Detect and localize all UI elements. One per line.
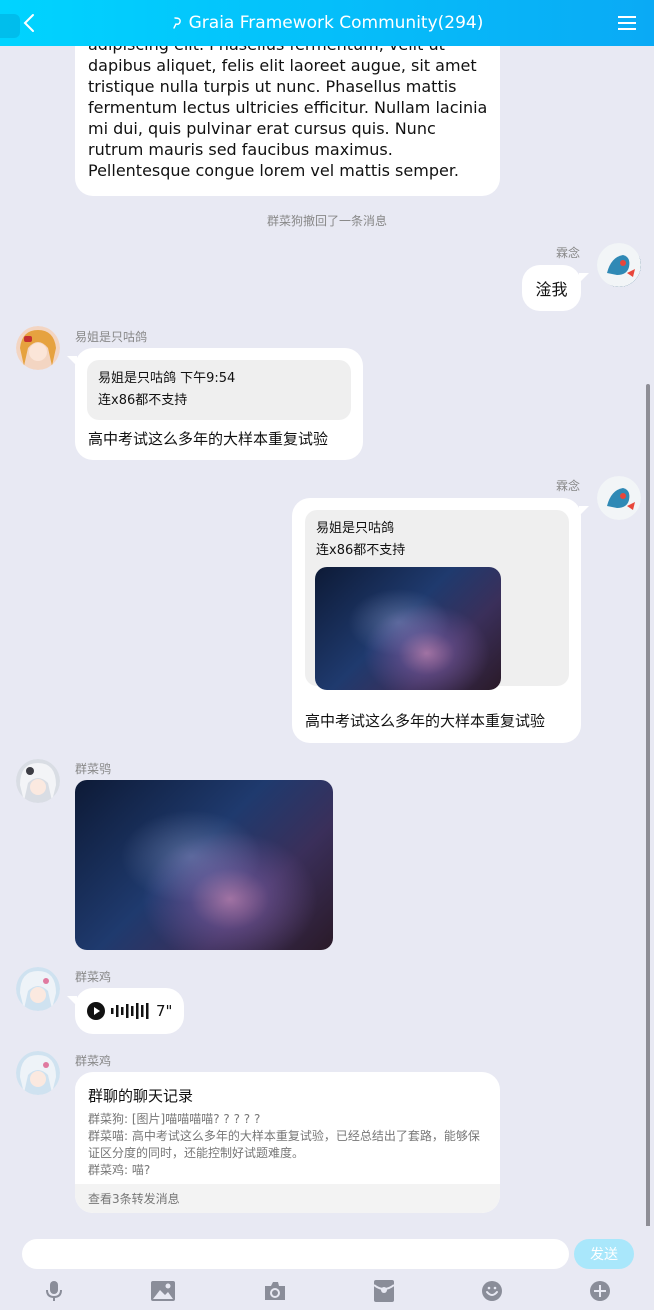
message-text: 淦我 [535, 280, 568, 299]
microphone-icon [46, 1281, 62, 1301]
message-bubble[interactable]: 易姐是只咕鸽 下午9:54 连x86都不支持 高中考试这么多年的大样本重复试验 [67, 348, 363, 460]
quote-author: 易姐是只咕鸽 下午9:54 [98, 371, 236, 386]
smiley-icon [482, 1281, 502, 1301]
sender-name: 易姐是只咕鸽 [75, 330, 148, 344]
quote-author: 易姐是只咕鸽 [316, 521, 395, 536]
forwarded-chat-record[interactable]: 群聊的聊天记录 群菜狗: [图片]喵喵喵喵? ? ? ? ? 群菜喵: 高中考试… [75, 1072, 500, 1213]
envelope-icon [373, 1280, 395, 1302]
message-text: 高中考试这么多年的大样本重复试验 [305, 712, 546, 730]
recall-notice: 群菜狗撤回了一条消息 [266, 214, 387, 228]
quoted-image[interactable] [315, 567, 501, 690]
composer: 发送 [0, 1226, 654, 1310]
view-forwarded-link[interactable]: 查看3条转发消息 [75, 1184, 500, 1213]
avatar[interactable] [16, 326, 60, 370]
record-preview: 群菜狗: [图片]喵喵喵喵? ? ? ? ? 群菜喵: 高中考试这么多年的大样本… [88, 1111, 488, 1179]
camera-icon [265, 1282, 285, 1300]
white-hair-girl-avatar-icon [16, 759, 60, 803]
quote-text: 连x86都不支持 [316, 543, 406, 558]
avatar[interactable] [16, 1051, 60, 1095]
app-header: Graia Framework Community(294) [0, 0, 654, 46]
send-button[interactable]: 发送 [574, 1239, 634, 1269]
menu-button[interactable] [612, 8, 642, 38]
toolbar [0, 1278, 654, 1304]
dragon-avatar-icon [597, 476, 641, 520]
image-icon [151, 1281, 175, 1301]
hamburger-icon [618, 16, 636, 30]
record-line: 群菜狗: [图片]喵喵喵喵? ? ? ? ? [88, 1112, 261, 1126]
image-button[interactable] [150, 1278, 176, 1304]
message-bubble[interactable]: adipiscing elit. Phasellus fermentum, ve… [75, 46, 500, 196]
quote-text: 连x86都不支持 [98, 393, 188, 408]
white-hair-girl-avatar-icon [16, 967, 60, 1011]
avatar[interactable] [16, 759, 60, 803]
message-text: 高中考试这么多年的大样本重复试验 [88, 430, 329, 448]
sender-name: 群菜鸡 [75, 970, 112, 984]
sender-name: 群菜鸡 [75, 1054, 112, 1068]
emoji-button[interactable] [479, 1278, 505, 1304]
white-hair-girl-avatar-icon [16, 1051, 60, 1095]
quoted-message[interactable]: 易姐是只咕鸽 连x86都不支持 [305, 510, 569, 690]
dragon-avatar-icon [597, 243, 641, 287]
message-bubble[interactable]: 淦我 [522, 265, 589, 311]
sender-name: 霖念 [556, 246, 581, 260]
anime-girl-avatar-icon [16, 326, 60, 370]
microphone-button[interactable] [41, 1278, 67, 1304]
play-icon [87, 1002, 105, 1020]
message-text: adipiscing elit. Phasellus fermentum, ve… [88, 46, 488, 180]
voice-message[interactable]: 7" [67, 988, 184, 1034]
back-button[interactable] [14, 8, 44, 38]
camera-button[interactable] [262, 1278, 288, 1304]
avatar[interactable] [16, 967, 60, 1011]
voice-duration: 7" [156, 1002, 173, 1020]
sender-name: 群菜鸮 [75, 762, 112, 776]
message-bubble[interactable]: 易姐是只咕鸽 连x86都不支持 高中考试这么多年的大样本重复试验 [292, 498, 589, 743]
record-line: 群菜喵: 高中考试这么多年的大样本重复试验，已经总结出了套路，能够保证区分度的同… [88, 1129, 480, 1160]
record-title: 群聊的聊天记录 [88, 1087, 194, 1105]
quoted-message[interactable]: 易姐是只咕鸽 下午9:54 连x86都不支持 [87, 360, 351, 420]
red-packet-button[interactable] [371, 1278, 397, 1304]
image-message[interactable] [75, 780, 333, 950]
avatar[interactable] [597, 476, 641, 520]
message-input[interactable] [22, 1239, 569, 1269]
message-list[interactable]: adipiscing elit. Phasellus fermentum, ve… [0, 46, 654, 1226]
plus-circle-icon [590, 1281, 610, 1301]
record-line: 群菜鸡: 喵? [88, 1163, 151, 1177]
chat-title: Graia Framework Community(294) [188, 13, 484, 33]
more-button[interactable] [587, 1278, 613, 1304]
chevron-left-icon [23, 14, 34, 32]
waveform-icon [111, 1003, 149, 1019]
group-icon [172, 17, 181, 29]
avatar[interactable] [597, 243, 641, 287]
scrollbar[interactable] [646, 384, 650, 1226]
sender-name: 霖念 [556, 479, 581, 493]
page-title: Graia Framework Community(294) [171, 13, 484, 33]
